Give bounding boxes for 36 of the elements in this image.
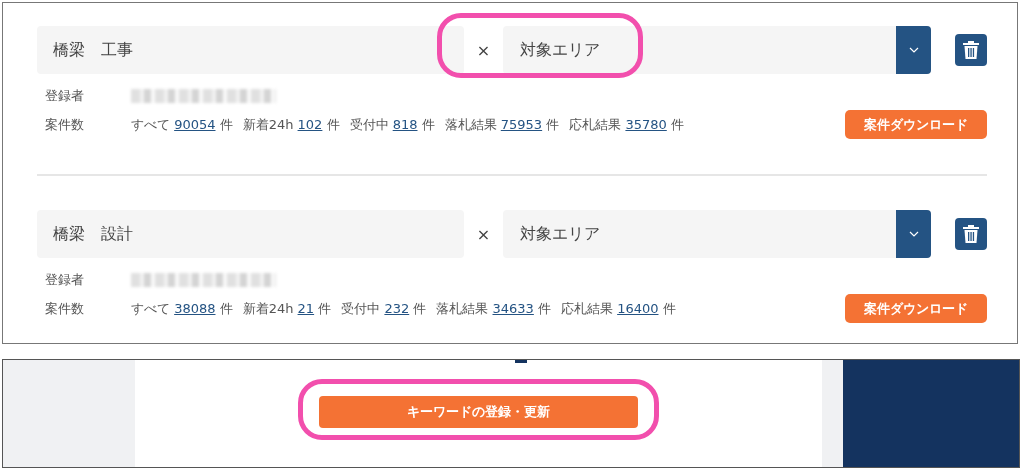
count-text: すべて 38088 件 [131, 299, 233, 318]
count-text: 落札結果 34633 件 [436, 299, 551, 318]
count-link[interactable]: 102 [297, 116, 323, 132]
count-link[interactable]: 34633 [492, 300, 534, 316]
chevron-down-icon [908, 47, 919, 53]
count-text: 応札結果 35780 件 [569, 115, 684, 134]
registrant-label: 登録者 [45, 271, 85, 289]
keyword-field[interactable]: 橋梁 工事 [37, 26, 465, 74]
separator-text: × [475, 40, 492, 60]
count-link[interactable]: 90054 [174, 116, 216, 132]
count-text: 落札結果 75953 件 [444, 115, 560, 134]
count-link[interactable]: 232 [384, 300, 410, 316]
registrant-label: 登録者 [45, 87, 85, 105]
delete-button[interactable] [955, 218, 987, 250]
count-label: 案件数 [45, 115, 85, 134]
count-link[interactable]: 21 [297, 300, 315, 316]
count-link[interactable]: 38088 [174, 300, 216, 316]
trash-icon [963, 225, 979, 243]
chevron-down-icon [908, 231, 919, 237]
keyword-field[interactable]: 橋梁 設計 [37, 210, 465, 258]
count-label: 案件数 [45, 299, 85, 318]
count-text: 受付中 818 件 [349, 115, 435, 134]
count-text: 新着24h 102 件 [242, 115, 340, 134]
area-select[interactable]: 対象エリア [503, 26, 932, 74]
separator-text: × [475, 224, 492, 244]
area-select[interactable]: 対象エリア [503, 210, 932, 258]
delete-button[interactable] [955, 34, 987, 66]
count-link[interactable]: 35780 [625, 116, 667, 132]
trash-icon [963, 41, 979, 59]
count-text: すべて 90054 件 [131, 115, 233, 134]
count-text: 応札結果 16400 件 [561, 299, 676, 318]
count-link[interactable]: 818 [392, 116, 418, 132]
count-link[interactable]: 16400 [617, 300, 659, 316]
count-text: 受付中 232 件 [341, 299, 427, 318]
count-text: 新着24h 21 件 [242, 299, 332, 318]
count-link[interactable]: 75953 [500, 116, 543, 132]
